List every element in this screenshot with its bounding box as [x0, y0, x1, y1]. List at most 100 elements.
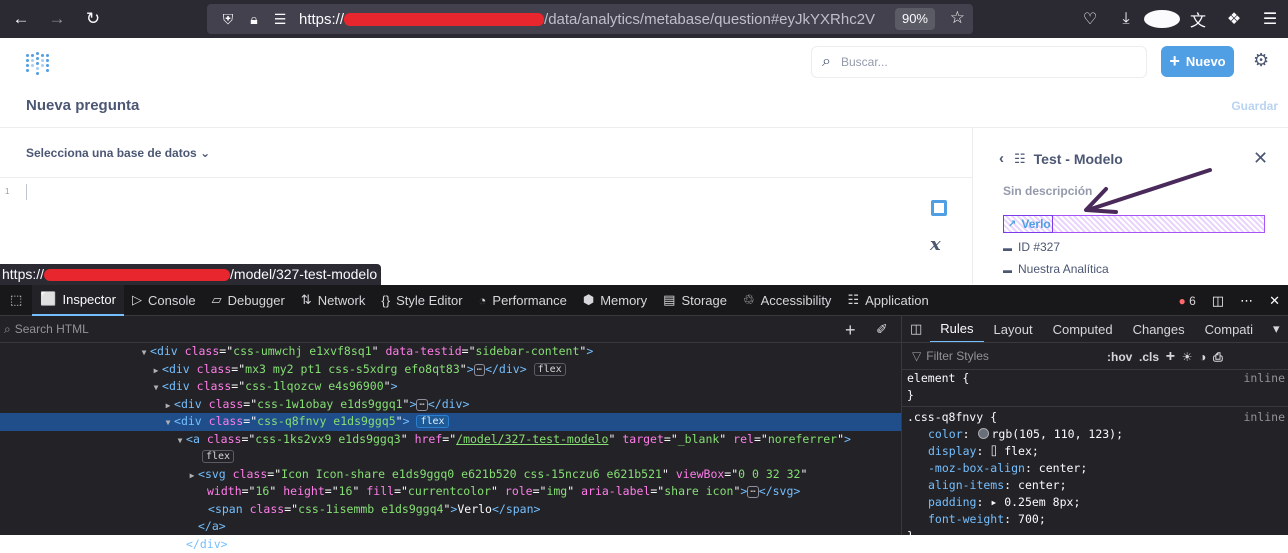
tab-network[interactable]: ⇅Network [293, 285, 374, 316]
extensions-icon[interactable]: ❖ [1216, 9, 1252, 29]
attr-eq: =" [243, 414, 257, 428]
print-icon[interactable]: ⎙ [1213, 350, 1223, 364]
twisty-icon[interactable]: ▼ [162, 414, 174, 432]
forward-icon[interactable]: → [39, 0, 75, 38]
add-node-icon[interactable]: + [845, 320, 856, 341]
search-input[interactable]: ⌕ Buscar... [811, 46, 1147, 78]
rules-tab-rules[interactable]: Rules [930, 316, 983, 343]
tab-performance[interactable]: ◔Performance [471, 285, 575, 316]
variables-icon[interactable]: x [930, 234, 941, 255]
chevron-left-icon[interactable]: ‹ [999, 150, 1004, 167]
twisty-icon[interactable]: ▶ [186, 467, 198, 485]
rules-tab-compati[interactable]: Compati [1195, 316, 1263, 343]
dock-icon[interactable]: ◫ [1204, 293, 1232, 309]
tab-accessibility[interactable]: ♲Accessibility [735, 285, 839, 316]
back-icon[interactable]: ← [3, 0, 39, 38]
overflow-chevron-icon[interactable]: ▾ [1263, 316, 1288, 343]
collapsed-children-badge[interactable]: ⋯ [747, 486, 758, 498]
tab-inspector[interactable]: ⬜Inspector [32, 285, 124, 316]
menu-icon[interactable]: ☰ [1252, 9, 1288, 29]
close-icon[interactable]: ✕ [1253, 148, 1268, 169]
pocket-icon[interactable]: ♡ [1072, 9, 1108, 29]
dom-node[interactable]: </a> [0, 518, 901, 536]
element-selector-text: element { [907, 371, 969, 385]
new-button[interactable]: +Nuevo [1161, 46, 1234, 77]
close-devtools-icon[interactable]: ✕ [1261, 293, 1288, 309]
tab-memory[interactable]: ⬢Memory [575, 285, 655, 316]
css-declaration[interactable]: font-weight: 700; [907, 511, 1288, 528]
gear-icon[interactable]: ⚙ [1253, 50, 1269, 71]
editor-caret[interactable] [26, 184, 27, 200]
zoom-level[interactable]: 90% [895, 8, 935, 30]
filter-styles-input[interactable]: ▽ Filter Styles :hov .cls + ☀ ◑ ⎙ [902, 343, 1288, 370]
permissions-icon[interactable]: ☰ [267, 11, 293, 28]
element-picker-icon[interactable]: ⬚ [0, 285, 32, 316]
flex-badge[interactable]: flex [534, 363, 566, 376]
twisty-icon[interactable]: ▼ [138, 344, 150, 362]
shield-icon[interactable]: ⛨ [215, 11, 241, 28]
model-collection[interactable]: ▬Nuestra Analítica [1003, 262, 1109, 276]
light-theme-icon[interactable]: ☀ [1182, 350, 1193, 364]
hov-toggle[interactable]: :hov [1107, 350, 1132, 364]
css-declaration[interactable]: align-items: center; [907, 477, 1288, 494]
expand-shorthand-icon[interactable]: ▸ [990, 495, 1004, 509]
dom-node[interactable]: ▶<div class="css-1w1obay e1ds9ggq1">⋯</d… [0, 396, 901, 414]
metabase-logo-icon[interactable] [26, 52, 48, 74]
tab-debugger[interactable]: ▱Debugger [204, 285, 293, 316]
rules-tab-layout[interactable]: Layout [984, 316, 1043, 343]
more-icon[interactable]: ⋯ [1232, 293, 1261, 309]
bookmark-star-icon[interactable]: ☆ [950, 8, 965, 28]
html-search-input[interactable]: ⌕ Search HTML + ✐ [0, 316, 901, 343]
twisty-icon[interactable]: ▶ [162, 397, 174, 415]
lock-icon[interactable]: 🔒︎ [241, 11, 267, 28]
flex-badge[interactable]: flex [416, 415, 448, 428]
dom-node[interactable]: <span class="css-1isemmb e1ds9ggq4">Verl… [0, 501, 901, 519]
twisty-icon[interactable]: ▼ [150, 379, 162, 397]
save-button[interactable]: Guardar [1231, 99, 1278, 113]
dom-node[interactable]: ▶<svg class="Icon Icon-share e1ds9ggq0 e… [0, 466, 901, 484]
url-bar[interactable]: ⛨ 🔒︎ ☰ https:///data/analytics/metabase/… [207, 4, 973, 34]
class-rule-selector[interactable]: .css-q8fnvy {inline [907, 409, 1288, 426]
collapsed-children-badge[interactable]: ⋯ [416, 399, 427, 411]
download-icon[interactable]: ⤓ [1108, 10, 1144, 28]
view-model-link[interactable]: ↗Verlo [1003, 215, 1053, 233]
css-declaration[interactable]: -moz-box-align: center; [907, 460, 1288, 477]
html-search-placeholder: Search HTML [15, 322, 89, 336]
flexbox-toggle-icon[interactable]: ⌷ [990, 444, 1004, 458]
profile-icon[interactable]: G [1144, 10, 1180, 28]
dom-node[interactable]: </div> [0, 536, 901, 553]
tab-style-editor[interactable]: {}Style Editor [373, 285, 470, 316]
dom-node[interactable]: ▼<div class="css-1lqozcw e4s96900"> [0, 378, 901, 396]
twisty-icon[interactable]: ▼ [174, 432, 186, 450]
data-reference-icon[interactable] [931, 200, 947, 216]
dom-node[interactable]: ▼<div class="css-umwchj e1xvf8sq1" data-… [0, 343, 901, 361]
attr-value[interactable]: /model/327-test-modelo [456, 432, 608, 446]
css-declaration[interactable]: display: ⌷ flex; [907, 443, 1288, 460]
css-declaration[interactable]: color: rgb(105, 110, 123); [907, 426, 1288, 443]
error-count[interactable]: ● 6 [1171, 294, 1204, 308]
tab-console[interactable]: ▷Console [124, 285, 204, 316]
rules-tab-changes[interactable]: Changes [1123, 316, 1195, 343]
layout-toggle-icon[interactable]: ◫ [902, 316, 930, 343]
dom-node[interactable]: ▼<a class="css-1ks2vx9 e1ds9ggq3" href="… [0, 431, 901, 449]
color-swatch[interactable] [978, 428, 989, 439]
dom-node[interactable]: ▼<div class="css-q8fnvy e1ds9ggq5"> flex [0, 413, 901, 431]
flex-badge[interactable]: flex [202, 450, 234, 463]
add-rule-icon[interactable]: + [1166, 348, 1175, 365]
url-text[interactable]: https:///data/analytics/metabase/questio… [299, 11, 889, 28]
element-rule-selector[interactable]: element {inline [907, 370, 1288, 387]
database-select[interactable]: Selecciona una base de datos ⌄ [26, 146, 210, 160]
reload-icon[interactable]: ↻ [75, 0, 111, 38]
cls-toggle[interactable]: .cls [1139, 350, 1159, 364]
eyedropper-icon[interactable]: ✐ [876, 321, 888, 338]
collapsed-children-badge[interactable]: ⋯ [474, 364, 485, 376]
tab-application[interactable]: ☷Application [839, 285, 936, 316]
dark-theme-icon[interactable]: ◑ [1199, 350, 1206, 364]
css-declaration[interactable]: padding: ▸ 0.25em 8px; [907, 494, 1288, 511]
rules-tab-computed[interactable]: Computed [1043, 316, 1123, 343]
tab-storage[interactable]: ▤Storage [655, 285, 735, 316]
twisty-icon[interactable]: ▶ [150, 362, 162, 380]
dom-node[interactable]: ▶<div class="mx3 my2 pt1 css-s5xdrg efo8… [0, 361, 901, 379]
translate-icon[interactable]: 文 [1180, 7, 1216, 31]
redacted-host [44, 269, 230, 281]
